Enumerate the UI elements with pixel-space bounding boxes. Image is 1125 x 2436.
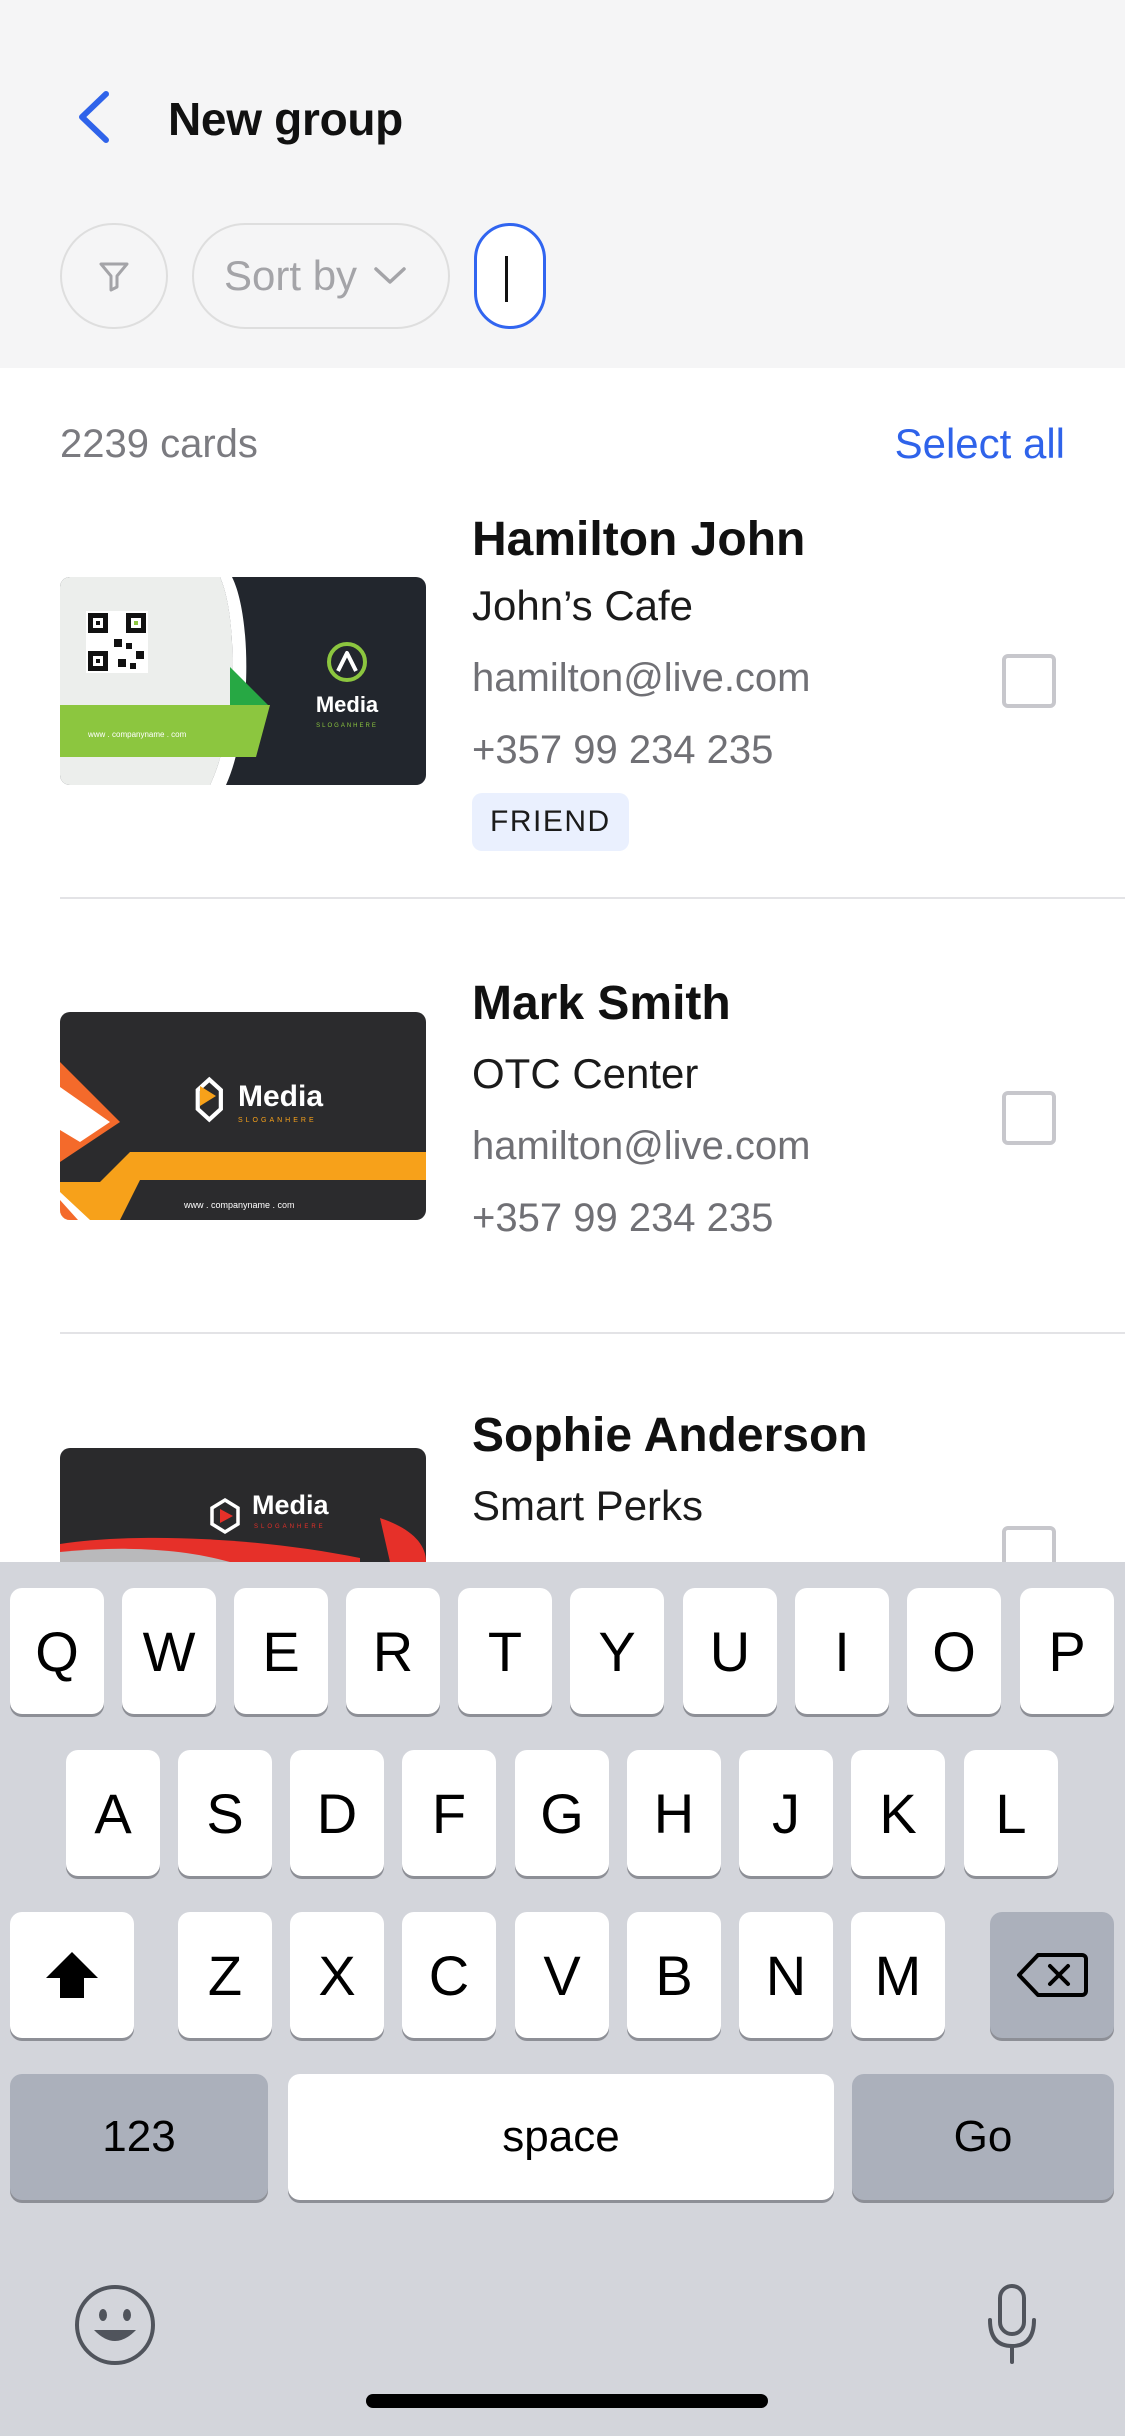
key-h[interactable]: H	[627, 1750, 721, 1876]
header: New group Sort by	[0, 0, 1125, 368]
select-checkbox[interactable]	[1002, 1526, 1056, 1562]
emoji-button[interactable]	[72, 2282, 158, 2368]
delete-key[interactable]	[990, 1912, 1114, 2038]
key-c[interactable]: C	[402, 1912, 496, 2038]
contact-company: OTC Center	[472, 1050, 699, 1097]
key-n[interactable]: N	[739, 1912, 833, 2038]
key-y[interactable]: Y	[570, 1588, 664, 1714]
contact-phone: +357 99 234 235	[472, 1196, 774, 1240]
card-slogan: SLOGANHERE	[254, 1524, 326, 1530]
key-i[interactable]: I	[795, 1588, 889, 1714]
key-z[interactable]: Z	[178, 1912, 272, 2038]
sort-by-label: Sort by	[224, 252, 358, 299]
contact-phone: +357 99 234 235	[472, 728, 774, 772]
contact-email: hamilton@live.com	[472, 656, 811, 700]
key-v[interactable]: V	[515, 1912, 609, 2038]
key-g[interactable]: G	[515, 1750, 609, 1876]
chevron-left-icon	[79, 91, 109, 143]
key-d[interactable]: D	[290, 1750, 384, 1876]
key-s[interactable]: S	[178, 1750, 272, 1876]
divider	[60, 897, 1125, 899]
microphone-icon	[988, 2284, 1036, 2364]
filter-icon	[99, 262, 129, 292]
text-caret	[505, 256, 508, 302]
card-slogan: SLOGANHERE	[316, 723, 378, 729]
divider	[60, 1332, 1125, 1334]
chevron-down-icon	[374, 267, 406, 284]
sort-by-dropdown[interactable]: Sort by	[192, 223, 450, 329]
contact-company: Smart Perks	[472, 1482, 704, 1529]
numbers-key[interactable]: 123	[10, 2074, 268, 2200]
go-key[interactable]: Go	[852, 2074, 1114, 2200]
key-o[interactable]: O	[907, 1588, 1001, 1714]
filter-button[interactable]	[60, 223, 168, 329]
key-x[interactable]: X	[290, 1912, 384, 2038]
select-checkbox[interactable]	[1002, 654, 1056, 708]
card-slogan: SLOGANHERE	[238, 1117, 317, 1124]
emoji-icon	[75, 2285, 155, 2365]
card-brand: Media	[316, 692, 379, 717]
business-card-image: Media SLOGANHERE www . companyname . com	[60, 1012, 426, 1220]
microphone-button[interactable]	[984, 2282, 1040, 2368]
contact-name: Mark Smith	[472, 977, 731, 1030]
back-button[interactable]	[70, 88, 120, 146]
cards-count: 2239 cards	[60, 422, 258, 466]
card-brand: Media	[238, 1080, 323, 1113]
home-indicator	[366, 2394, 768, 2408]
key-a[interactable]: A	[66, 1750, 160, 1876]
contact-tag: FRIEND	[472, 793, 629, 851]
key-u[interactable]: U	[683, 1588, 777, 1714]
key-j[interactable]: J	[739, 1750, 833, 1876]
key-l[interactable]: L	[964, 1750, 1058, 1876]
card-website: www . companyname . com	[183, 1200, 295, 1210]
key-t[interactable]: T	[458, 1588, 552, 1714]
list-item[interactable]: Media SLOGANHERE www . companyname . com…	[0, 977, 1125, 1332]
card-brand: Media	[252, 1490, 330, 1520]
key-p[interactable]: P	[1020, 1588, 1114, 1714]
shift-key[interactable]	[10, 1912, 134, 2038]
contact-email: hamilton@live.com	[472, 1124, 811, 1168]
select-checkbox[interactable]	[1002, 1091, 1056, 1145]
space-key[interactable]: space	[288, 2074, 834, 2200]
shift-icon	[46, 1952, 98, 1998]
contact-name: Sophie Anderson	[472, 1412, 868, 1462]
key-r[interactable]: R	[346, 1588, 440, 1714]
contact-name: Hamilton John	[472, 513, 806, 566]
key-w[interactable]: W	[122, 1588, 216, 1714]
card-website: www . companyname . com	[87, 730, 187, 739]
key-m[interactable]: M	[851, 1912, 945, 2038]
page-title: New group	[168, 93, 403, 145]
backspace-icon	[1017, 1953, 1088, 1997]
list-item[interactable]: Media SLOGANHERE Sophie Anderson Smart P…	[0, 1412, 1125, 1562]
keyboard: Q W E R T Y U I O P A S D F G H J K L Z …	[0, 1562, 1125, 2436]
contact-company: John’s Cafe	[472, 582, 694, 629]
key-q[interactable]: Q	[10, 1588, 104, 1714]
key-e[interactable]: E	[234, 1588, 328, 1714]
business-card-image: www . companyname . com Media SLOGANHERE	[60, 577, 426, 785]
list-item[interactable]: www . companyname . com Media SLOGANHERE…	[0, 508, 1125, 900]
select-all-button[interactable]: Select all	[895, 420, 1065, 468]
key-k[interactable]: K	[851, 1750, 945, 1876]
search-input[interactable]	[474, 223, 546, 329]
key-f[interactable]: F	[402, 1750, 496, 1876]
business-card-image: Media SLOGANHERE	[60, 1448, 426, 1562]
key-b[interactable]: B	[627, 1912, 721, 2038]
